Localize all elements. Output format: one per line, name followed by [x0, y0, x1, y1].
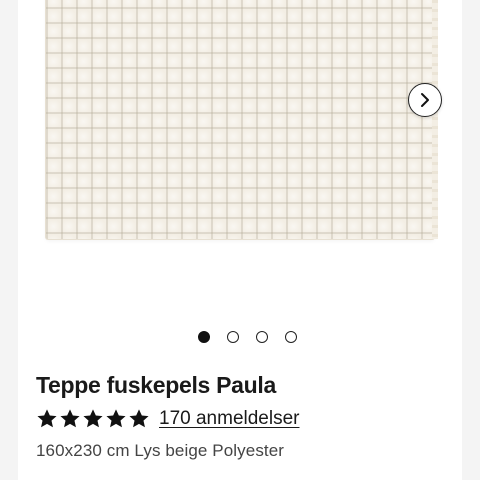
reviews-link[interactable]: 170 anmeldelser [159, 408, 299, 430]
product-description: 160x230 cm Lys beige Polyester [36, 441, 285, 460]
rating-row: 170 anmeldelser [36, 406, 299, 432]
carousel-dot-3[interactable] [255, 331, 268, 343]
product-title: Teppe fuskepels Paula [36, 372, 276, 398]
carousel-pagination [18, 331, 462, 345]
carousel-dot-4[interactable] [284, 331, 297, 343]
star-icon [83, 409, 103, 428]
product-image[interactable] [46, 0, 438, 239]
product-card: Teppe fuskepels Paula 170 anmeldelser 16… [18, 0, 462, 480]
carousel-next-button[interactable] [408, 83, 442, 117]
carousel-dot-2[interactable] [226, 331, 239, 343]
carousel-dot-1[interactable] [197, 331, 210, 343]
star-rating[interactable] [36, 408, 150, 430]
star-icon [37, 409, 57, 428]
star-icon [129, 409, 149, 428]
chevron-right-icon [421, 93, 429, 107]
product-image-carousel[interactable] [18, 0, 462, 300]
star-icon [60, 409, 80, 428]
star-icon [106, 409, 126, 428]
